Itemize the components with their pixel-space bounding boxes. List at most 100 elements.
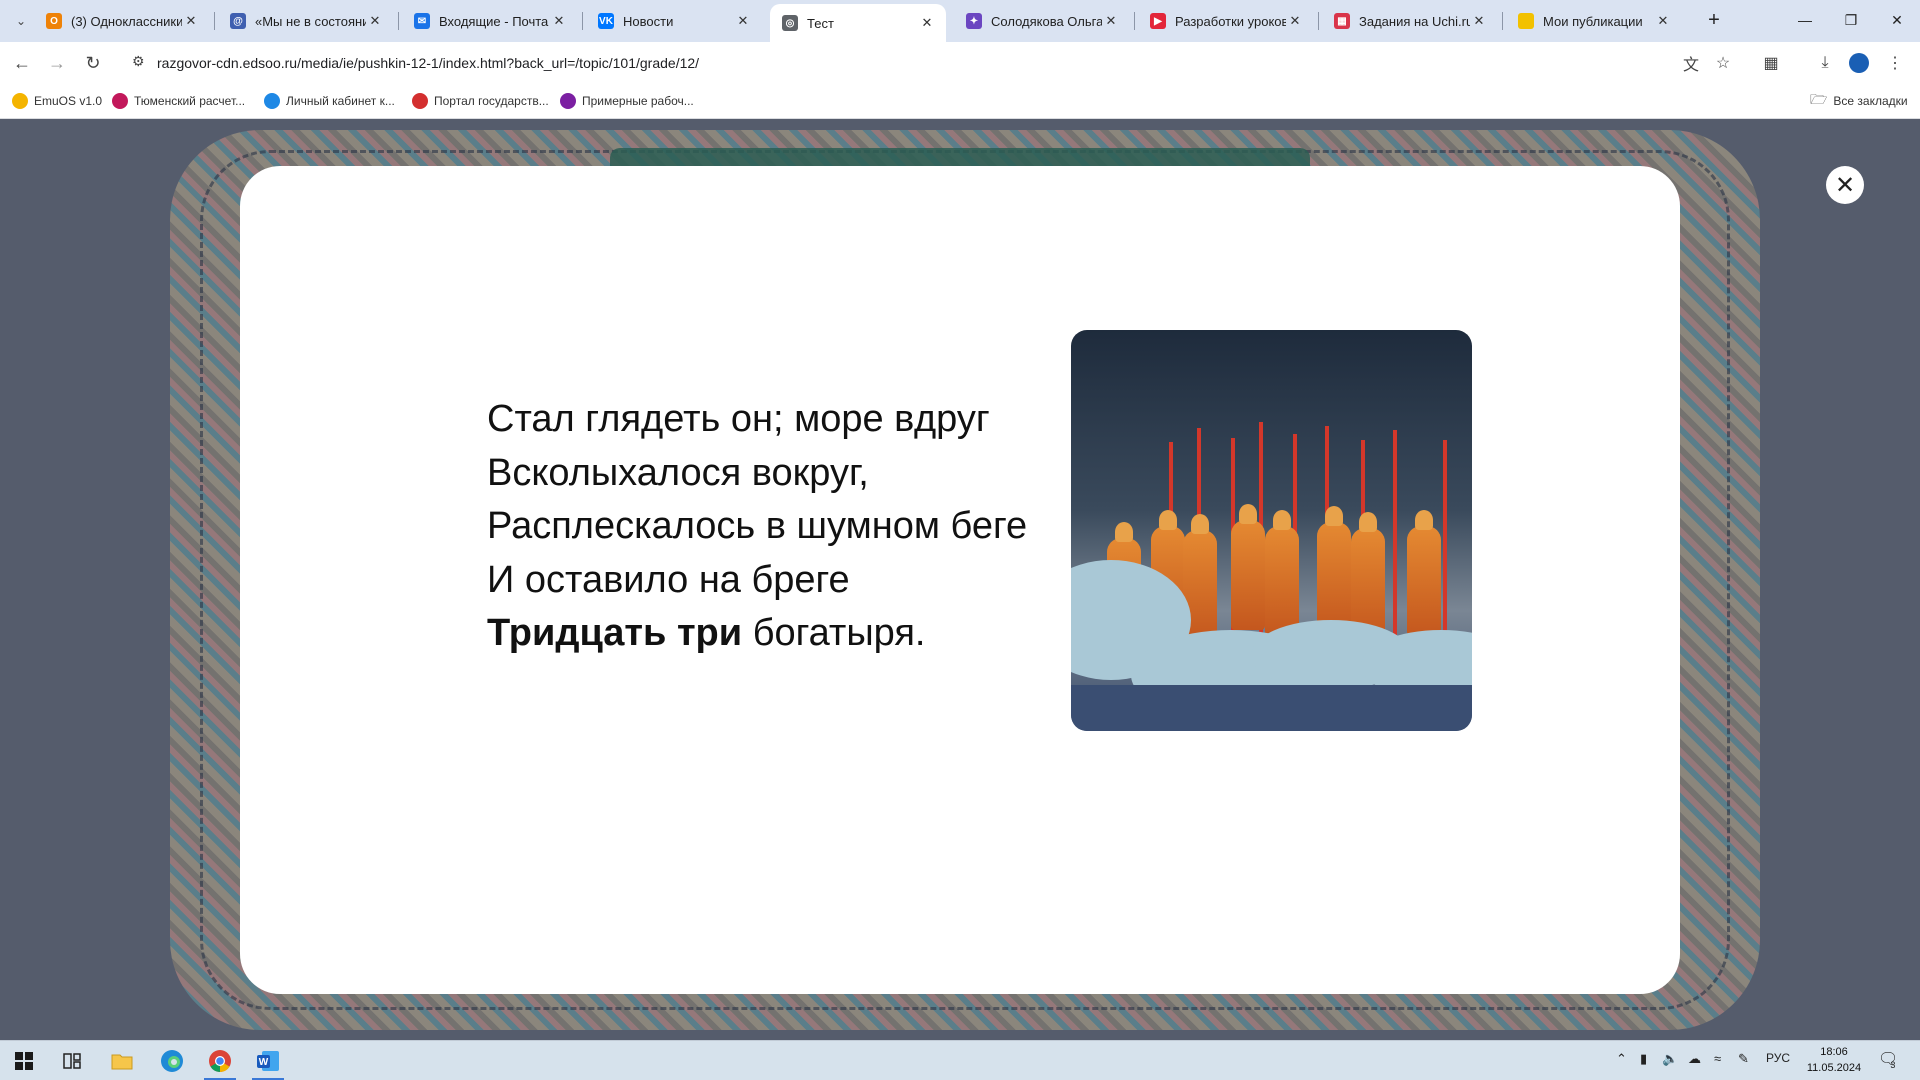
tray-chevron-icon[interactable]: ⌃ <box>1616 1051 1627 1067</box>
bookmark-favicon-icon <box>412 93 428 109</box>
tab-search-button[interactable]: ⌄ <box>6 6 36 36</box>
menu-icon[interactable]: ⋮ <box>1882 50 1908 76</box>
forward-button[interactable]: → <box>42 48 72 78</box>
wifi-icon[interactable]: ≈ <box>1714 1051 1721 1066</box>
file-explorer-icon[interactable] <box>98 1041 146 1080</box>
meet-icon[interactable]: ▮ <box>1640 1051 1647 1067</box>
tab-title: Разработки уроков <box>1175 13 1286 29</box>
tab-close-icon[interactable]: ✕ <box>550 13 568 29</box>
tab-6[interactable]: ✦ Солодякова Ольга ✕ <box>954 6 1130 36</box>
tab-5[interactable]: ◎ Тест ✕ <box>770 4 946 42</box>
language-indicator[interactable]: РУС <box>1766 1051 1790 1065</box>
tab-close-icon[interactable]: ✕ <box>366 13 384 29</box>
tab-separator <box>214 12 215 30</box>
bookmark-favicon-icon <box>112 93 128 109</box>
pptx-icon: ▶ <box>1150 13 1166 29</box>
tab-separator <box>1318 12 1319 30</box>
all-bookmarks-button[interactable]: 🗁 Все закладки <box>1810 91 1908 111</box>
bookmark-label: Личный кабинет к... <box>286 94 395 108</box>
bookmark-star-icon[interactable]: ☆ <box>1710 50 1736 76</box>
tab-strip: ⌄ О (3) Одноклассники ✕ @ «Мы не в состоянии… <box>0 0 1920 42</box>
site-settings-icon[interactable]: ⚙ <box>132 53 145 70</box>
tab-title: Входящие - Почта М <box>439 13 550 29</box>
uchi-icon: ▦ <box>1334 13 1350 29</box>
back-button[interactable]: ← <box>7 48 37 78</box>
tab-title: Мои публикации <box>1543 13 1643 29</box>
word-icon[interactable]: W <box>244 1041 292 1080</box>
notifications-count: 3 <box>1890 1060 1896 1070</box>
tab-8[interactable]: ▦ Задания на Uchi.ru ✕ <box>1322 6 1498 36</box>
clock-date: 11.05.2024 <box>1806 1062 1862 1074</box>
page-content: Стал глядеть он; море вдруг Всколыхалося… <box>0 120 1920 1041</box>
tab-close-icon[interactable]: ✕ <box>1654 13 1672 29</box>
extensions-icon[interactable]: ▦ <box>1758 50 1784 76</box>
tab-close-icon[interactable]: ✕ <box>1286 13 1304 29</box>
tab-close-icon[interactable]: ✕ <box>734 13 752 29</box>
poem-line-5-rest: богатыря. <box>742 612 926 654</box>
tab-9[interactable]: Мои публикации ✕ <box>1506 6 1682 36</box>
browser-toolbar: ← → ↻ ⚙ razgovor-cdn.edsoo.ru/media/ie/p… <box>0 42 1920 83</box>
poem-line-5: Тридцать три богатыря. <box>487 607 1087 661</box>
tab-close-icon[interactable]: ✕ <box>1470 13 1488 29</box>
bookmark-label: Примерные рабоч... <box>582 94 694 108</box>
chrome-icon[interactable] <box>196 1041 244 1080</box>
windows-taskbar: W ⌃ ▮ 🔈 ☁ ≈ ✎ РУС 18:06 11.05.2024 🗨3 <box>0 1040 1920 1080</box>
tab-title: Задания на Uchi.ru <box>1359 13 1470 29</box>
tab-7[interactable]: ▶ Разработки уроков ✕ <box>1138 6 1314 36</box>
bookmark-item[interactable]: Тюменский расчет... <box>112 91 245 111</box>
pen-icon[interactable]: ✎ <box>1738 1051 1749 1067</box>
notifications-icon[interactable]: 🗨3 <box>1878 1049 1903 1070</box>
new-tab-button[interactable]: + <box>1690 0 1738 40</box>
download-icon[interactable]: ⤓ <box>1812 50 1838 76</box>
tab-4[interactable]: VK Новости ✕ <box>586 6 762 36</box>
start-button[interactable] <box>0 1041 48 1080</box>
close-window-button[interactable]: ✕ <box>1874 0 1920 40</box>
clock-time: 18:06 <box>1820 1046 1848 1058</box>
tab-close-icon[interactable]: ✕ <box>918 15 936 31</box>
poem-line-4: И оставило на бреге <box>487 558 850 601</box>
bookmark-favicon-icon <box>12 93 28 109</box>
tab-separator <box>1134 12 1135 30</box>
edge-icon[interactable] <box>148 1041 196 1080</box>
tab-2[interactable]: @ «Мы не в состоянии ✕ <box>218 6 394 36</box>
tab-title: «Мы не в состоянии <box>255 13 366 29</box>
clock[interactable]: 18:06 11.05.2024 <box>1805 1044 1863 1076</box>
restore-button[interactable]: ❐ <box>1828 0 1874 40</box>
translate-icon[interactable]: 文 <box>1678 50 1704 76</box>
minimize-button[interactable]: — <box>1782 0 1828 40</box>
volume-icon[interactable]: 🔈 <box>1662 1051 1678 1067</box>
bookmark-favicon-icon <box>264 93 280 109</box>
task-view-icon[interactable] <box>48 1041 96 1080</box>
folder-icon: 🗁 <box>1810 91 1828 107</box>
bookmarks-bar: EmuOS v1.0 Тюменский расчет... Личный каби… <box>0 83 1920 119</box>
reload-button[interactable]: ↻ <box>78 48 108 78</box>
tab-close-icon[interactable]: ✕ <box>182 13 200 29</box>
tab-close-icon[interactable]: ✕ <box>1102 13 1120 29</box>
odnoklassniki-icon: О <box>46 13 62 29</box>
close-icon[interactable]: ✕ <box>1826 166 1864 204</box>
infourok-icon: ✦ <box>966 13 982 29</box>
svg-text:W: W <box>259 1057 269 1068</box>
poem-line-3: Расплескалось в шумном беге <box>487 505 1028 547</box>
bogatyrs-illustration <box>1071 330 1472 731</box>
network-icon[interactable]: ☁ <box>1688 1051 1701 1067</box>
bookmark-item[interactable]: EmuOS v1.0 <box>12 91 102 111</box>
address-bar[interactable]: ⚙ razgovor-cdn.edsoo.ru/media/ie/pushkin… <box>122 46 1772 79</box>
tab-separator <box>398 12 399 30</box>
tab-title: Солодякова Ольга <box>991 13 1102 29</box>
bookmark-item[interactable]: Личный кабинет к... <box>264 91 395 111</box>
tab-separator <box>1502 12 1503 30</box>
poem-line-5-bold: Тридцать три <box>487 612 743 654</box>
tab-3[interactable]: ✉ Входящие - Почта М✕ <box>402 6 578 36</box>
tab-1[interactable]: О (3) Одноклассники ✕ <box>34 6 210 36</box>
all-bookmarks-label: Все закладки <box>1833 94 1908 108</box>
tab-title: (3) Одноклассники <box>71 13 182 29</box>
zen-icon <box>1518 13 1534 29</box>
bookmark-item[interactable]: Примерные рабоч... <box>560 91 694 111</box>
url-text[interactable]: razgovor-cdn.edsoo.ru/media/ie/pushkin-1… <box>157 55 699 71</box>
bookmark-favicon-icon <box>560 93 576 109</box>
poem-line-2: Всколыхалося вокруг, <box>487 451 869 494</box>
bookmark-item[interactable]: Портал государств... <box>412 91 549 111</box>
profile-avatar[interactable] <box>1846 50 1872 76</box>
tab-title: Новости <box>623 13 674 29</box>
